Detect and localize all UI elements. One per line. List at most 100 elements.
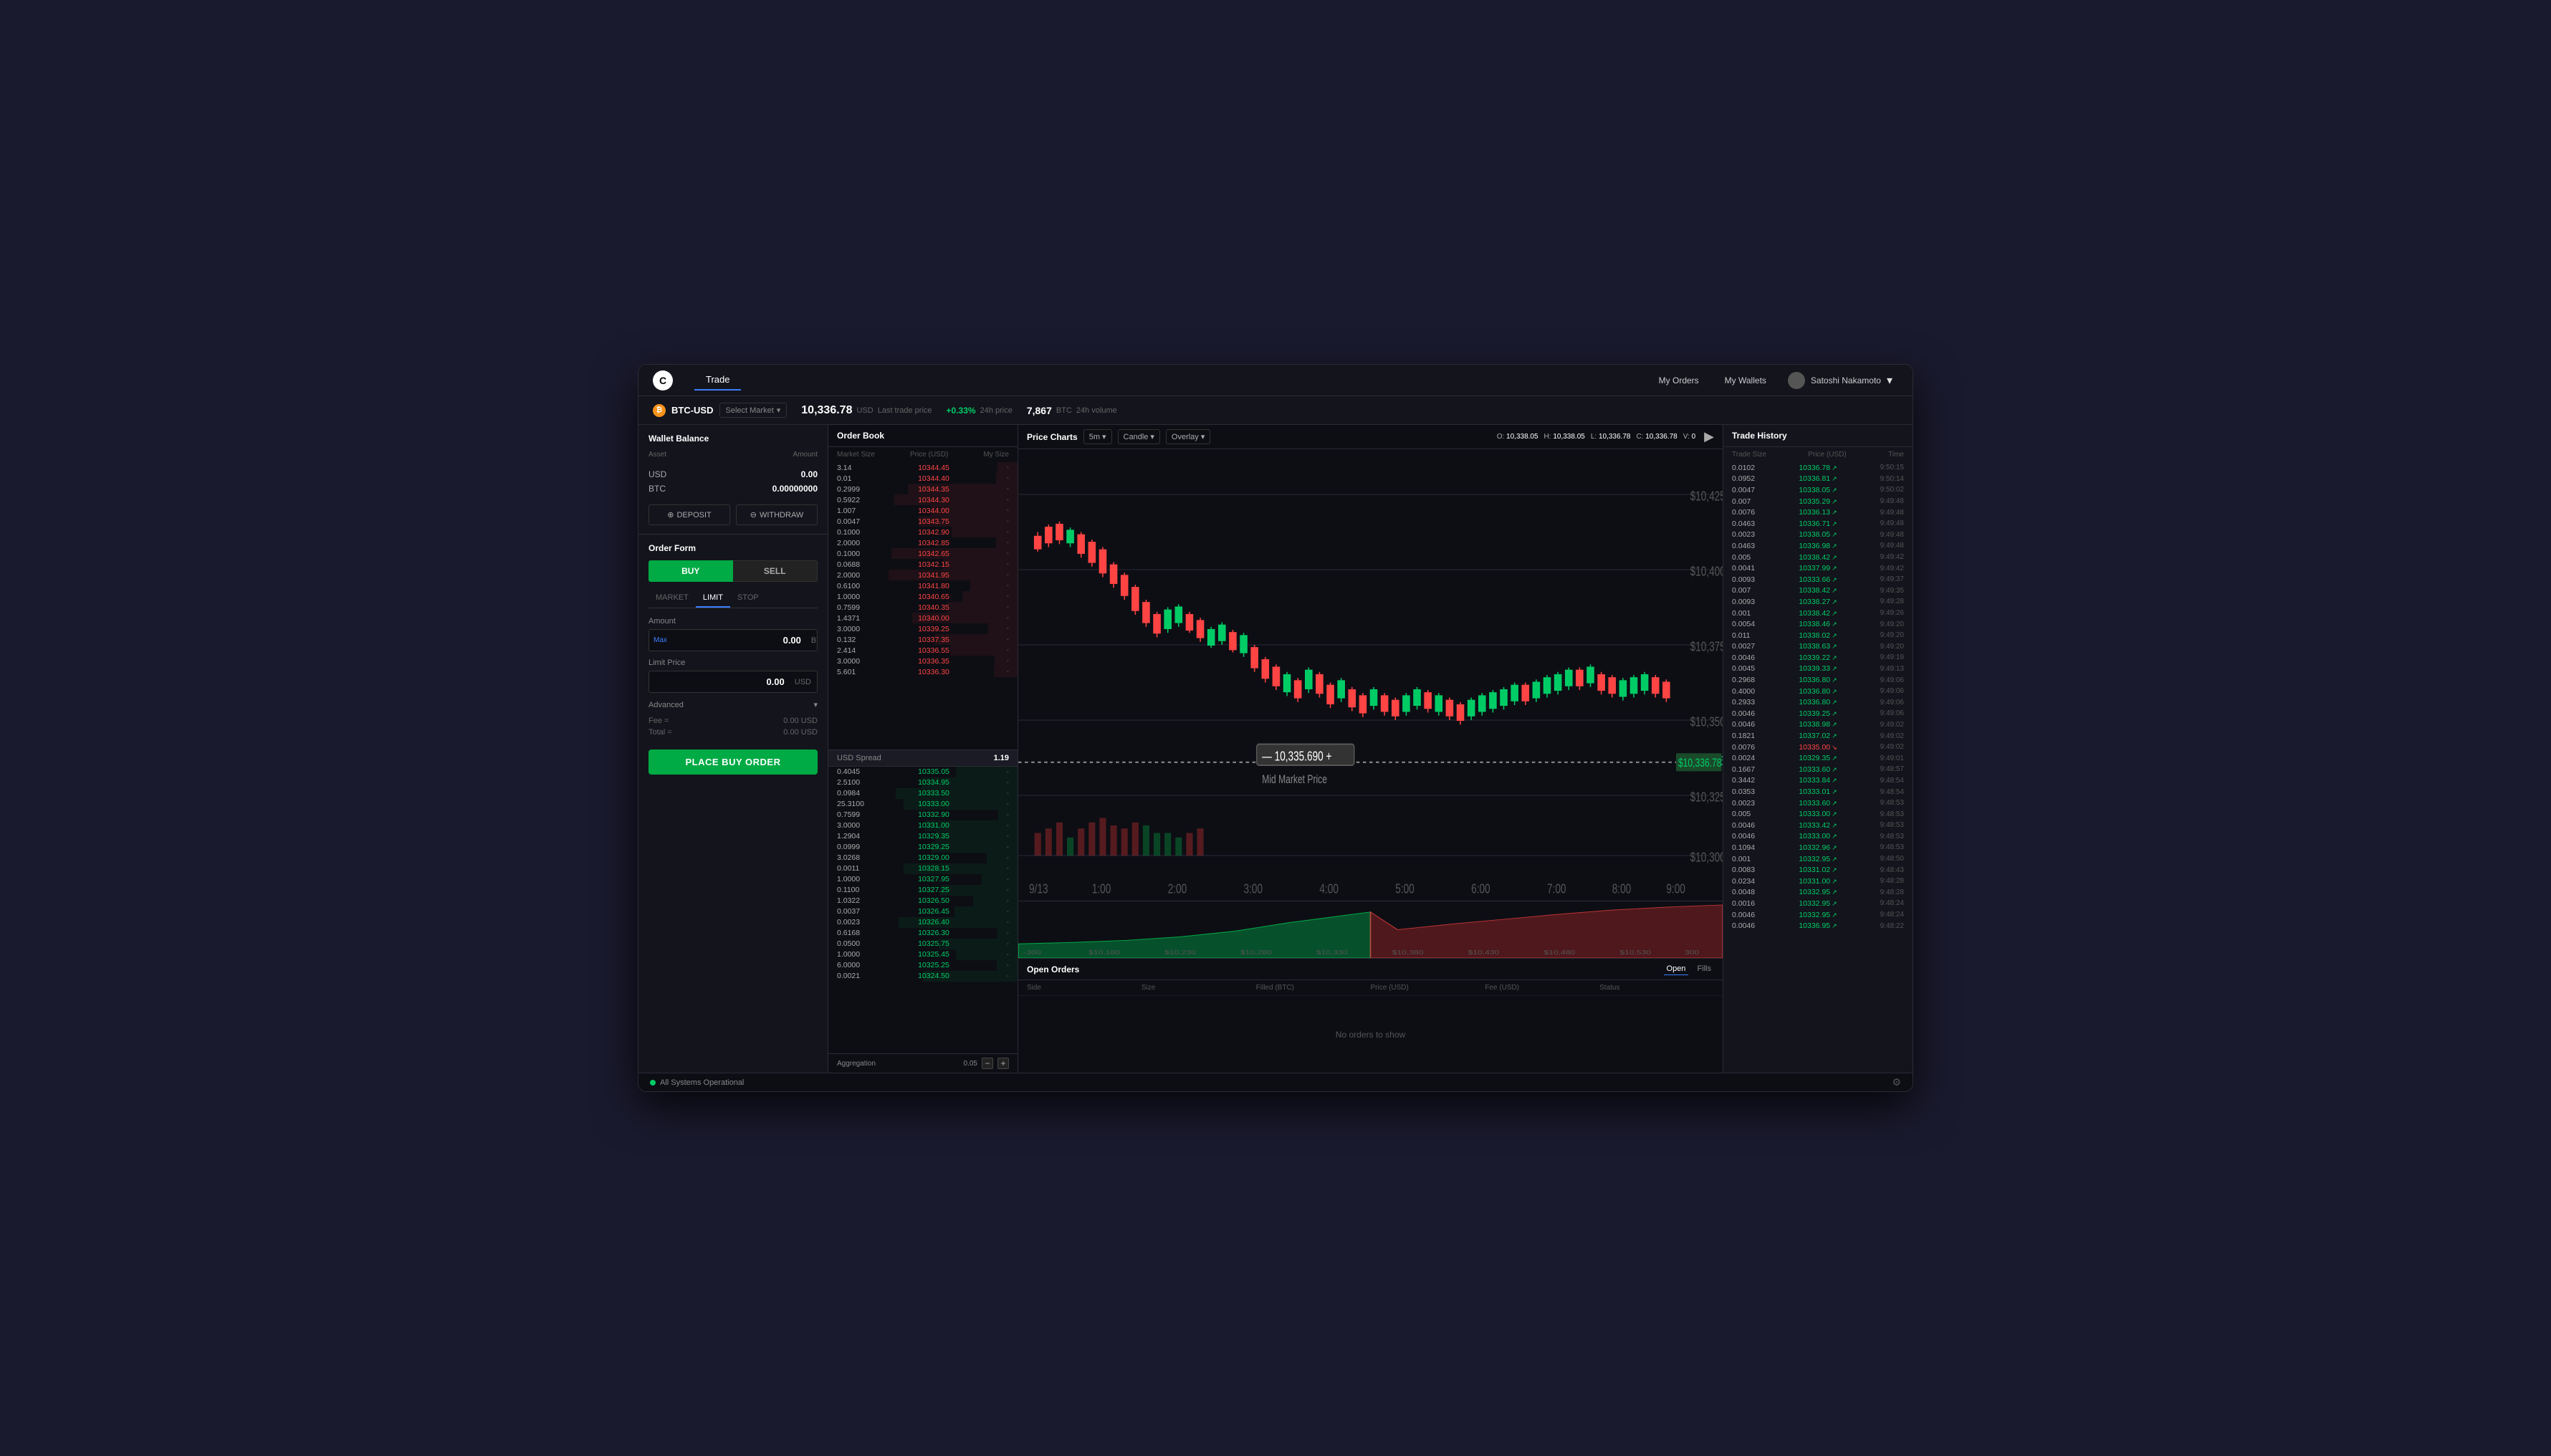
- list-item[interactable]: 5.60110336.30-: [828, 666, 1018, 677]
- list-item[interactable]: 0.004610336.95↗9:48:22: [1723, 920, 1913, 931]
- list-item[interactable]: 0.099910329.25-: [828, 842, 1018, 853]
- list-item[interactable]: 0.400010336.80↗9:49:06: [1723, 686, 1913, 697]
- list-item[interactable]: 1.437110340.00-: [828, 613, 1018, 623]
- list-item[interactable]: 0.010210336.78↗9:50:15: [1723, 462, 1913, 474]
- list-item[interactable]: 0.00110332.95↗9:48:50: [1723, 853, 1913, 865]
- amount-input[interactable]: [671, 630, 805, 651]
- list-item[interactable]: 0.050010325.75-: [828, 939, 1018, 949]
- place-order-button[interactable]: PLACE BUY ORDER: [648, 749, 818, 775]
- list-item[interactable]: 0.046310336.71↗9:49:48: [1723, 518, 1913, 530]
- list-item[interactable]: 0.166710333.60↗9:48:57: [1723, 764, 1913, 775]
- list-item[interactable]: 0.004610339.25↗9:49:06: [1723, 708, 1913, 719]
- list-item[interactable]: 0.004710343.75-: [828, 516, 1018, 527]
- list-item[interactable]: 0.068810342.15-: [828, 559, 1018, 570]
- list-item[interactable]: 25.310010333.00-: [828, 799, 1018, 810]
- list-item[interactable]: 0.007610335.00↘9:49:02: [1723, 742, 1913, 753]
- list-item[interactable]: 0.110010327.25-: [828, 885, 1018, 896]
- list-item[interactable]: 0.009310338.27↗9:49:28: [1723, 596, 1913, 608]
- list-item[interactable]: 0.004710338.05↗9:50:02: [1723, 484, 1913, 496]
- list-item[interactable]: 0.182110337.02↗9:49:02: [1723, 730, 1913, 742]
- deposit-button[interactable]: ⊕ DEPOSIT: [648, 504, 730, 525]
- sell-button[interactable]: SELL: [733, 560, 818, 582]
- list-item[interactable]: 0.005410338.46↗9:49:20: [1723, 618, 1913, 630]
- list-item[interactable]: 0.0110344.40-: [828, 473, 1018, 484]
- list-item[interactable]: 3.000010331.00-: [828, 820, 1018, 831]
- list-item[interactable]: 0.004610332.95↗9:48:24: [1723, 909, 1913, 921]
- list-item[interactable]: 3.000010336.35-: [828, 656, 1018, 666]
- app-logo[interactable]: C: [653, 370, 673, 391]
- list-item[interactable]: 2.000010341.95-: [828, 570, 1018, 580]
- list-item[interactable]: 2.000010342.85-: [828, 537, 1018, 548]
- list-item[interactable]: 0.007610336.13↗9:49:48: [1723, 507, 1913, 518]
- limit-price-input[interactable]: [649, 671, 789, 692]
- list-item[interactable]: 0.109410332.96↗9:48:53: [1723, 842, 1913, 853]
- market-tab[interactable]: MARKET: [648, 589, 696, 608]
- list-item[interactable]: 0.004610333.42↗9:48:53: [1723, 820, 1913, 831]
- list-item[interactable]: 0.046310336.98↗9:49:48: [1723, 540, 1913, 552]
- list-item[interactable]: 0.001610332.95↗9:48:24: [1723, 898, 1913, 909]
- list-item[interactable]: 0.004610333.00↗9:48:53: [1723, 831, 1913, 843]
- list-item[interactable]: 0.008310331.02↗9:48:43: [1723, 864, 1913, 876]
- list-item[interactable]: 0.592210344.30-: [828, 494, 1018, 505]
- list-item[interactable]: 0.002310326.40-: [828, 917, 1018, 928]
- list-item[interactable]: 0.100010342.90-: [828, 527, 1018, 537]
- list-item[interactable]: 3.000010339.25-: [828, 623, 1018, 634]
- my-orders-button[interactable]: My Orders: [1649, 371, 1709, 390]
- list-item[interactable]: 3.1410344.45-: [828, 462, 1018, 473]
- list-item[interactable]: 0.095210336.81↗9:50:14: [1723, 474, 1913, 485]
- list-item[interactable]: 6.000010325.25-: [828, 960, 1018, 971]
- list-item[interactable]: 1.290410329.35-: [828, 831, 1018, 842]
- list-item[interactable]: 0.293310336.80↗9:49:06: [1723, 696, 1913, 708]
- list-item[interactable]: 0.01110338.02↗9:49:20: [1723, 630, 1913, 641]
- list-item[interactable]: 2.41410336.55-: [828, 645, 1018, 656]
- list-item[interactable]: 1.000010340.65-: [828, 591, 1018, 602]
- list-item[interactable]: 0.299910344.35-: [828, 484, 1018, 494]
- my-wallets-button[interactable]: My Wallets: [1715, 371, 1776, 390]
- list-item[interactable]: 0.004810332.95↗9:48:28: [1723, 887, 1913, 899]
- withdraw-button[interactable]: ⊖ WITHDRAW: [736, 504, 818, 525]
- list-item[interactable]: 0.035310333.01↗9:48:54: [1723, 786, 1913, 798]
- interval-control[interactable]: 5m ▾: [1083, 429, 1112, 444]
- list-item[interactable]: 0.344210333.84↗9:48:54: [1723, 775, 1913, 787]
- list-item[interactable]: 0.004610339.22↗9:49:19: [1723, 652, 1913, 664]
- list-item[interactable]: 0.00710335.29↗9:49:48: [1723, 496, 1913, 507]
- oo-tab-open[interactable]: Open: [1664, 963, 1689, 975]
- list-item[interactable]: 0.00110338.42↗9:49:26: [1723, 608, 1913, 619]
- list-item[interactable]: 0.002310338.05↗9:49:48: [1723, 530, 1913, 541]
- list-item[interactable]: 1.000010327.95-: [828, 874, 1018, 885]
- list-item[interactable]: 0.13210337.35-: [828, 634, 1018, 645]
- agg-increase-button[interactable]: +: [997, 1058, 1009, 1069]
- list-item[interactable]: 0.616810326.30-: [828, 928, 1018, 939]
- list-item[interactable]: 0.002310333.60↗9:48:53: [1723, 798, 1913, 809]
- list-item[interactable]: 0.759910332.90-: [828, 810, 1018, 820]
- list-item[interactable]: 0.009310333.66↗9:49:37: [1723, 574, 1913, 585]
- list-item[interactable]: 1.032210326.50-: [828, 896, 1018, 906]
- list-item[interactable]: 0.404510335.05-: [828, 767, 1018, 777]
- list-item[interactable]: 0.296810336.80↗9:49:06: [1723, 674, 1913, 686]
- list-item[interactable]: 3.026810329.00-: [828, 853, 1018, 863]
- list-item[interactable]: 0.098410333.50-: [828, 788, 1018, 799]
- list-item[interactable]: 0.004610338.98↗9:49:02: [1723, 719, 1913, 731]
- chart-type-control[interactable]: Candle ▾: [1118, 429, 1160, 444]
- overlay-control[interactable]: Overlay ▾: [1166, 429, 1210, 444]
- list-item[interactable]: 2.510010334.95-: [828, 777, 1018, 788]
- chart-forward-icon[interactable]: ▶: [1704, 429, 1714, 444]
- settings-icon[interactable]: ⚙: [1892, 1076, 1901, 1088]
- advanced-toggle[interactable]: Advanced ▾: [648, 700, 818, 709]
- list-item[interactable]: 0.610010341.80-: [828, 580, 1018, 591]
- list-item[interactable]: 1.000010325.45-: [828, 949, 1018, 960]
- select-market-button[interactable]: Select Market ▾: [719, 403, 788, 418]
- list-item[interactable]: 0.004110337.99↗9:49:42: [1723, 562, 1913, 574]
- list-item[interactable]: 0.002710338.63↗9:49:20: [1723, 641, 1913, 653]
- max-label[interactable]: Max: [649, 636, 671, 644]
- list-item[interactable]: 0.00510333.00↗9:48:53: [1723, 808, 1913, 820]
- limit-tab[interactable]: LIMIT: [696, 589, 730, 608]
- nav-tab-trade[interactable]: Trade: [694, 370, 741, 391]
- list-item[interactable]: 0.023410331.00↗9:48:28: [1723, 876, 1913, 887]
- list-item[interactable]: 0.004510339.33↗9:49:13: [1723, 664, 1913, 675]
- list-item[interactable]: 0.002410329.35↗9:49:01: [1723, 752, 1913, 764]
- list-item[interactable]: 0.759910340.35-: [828, 602, 1018, 613]
- agg-decrease-button[interactable]: −: [982, 1058, 993, 1069]
- list-item[interactable]: 0.002110324.50-: [828, 971, 1018, 982]
- list-item[interactable]: 0.00510338.42↗9:49:42: [1723, 552, 1913, 563]
